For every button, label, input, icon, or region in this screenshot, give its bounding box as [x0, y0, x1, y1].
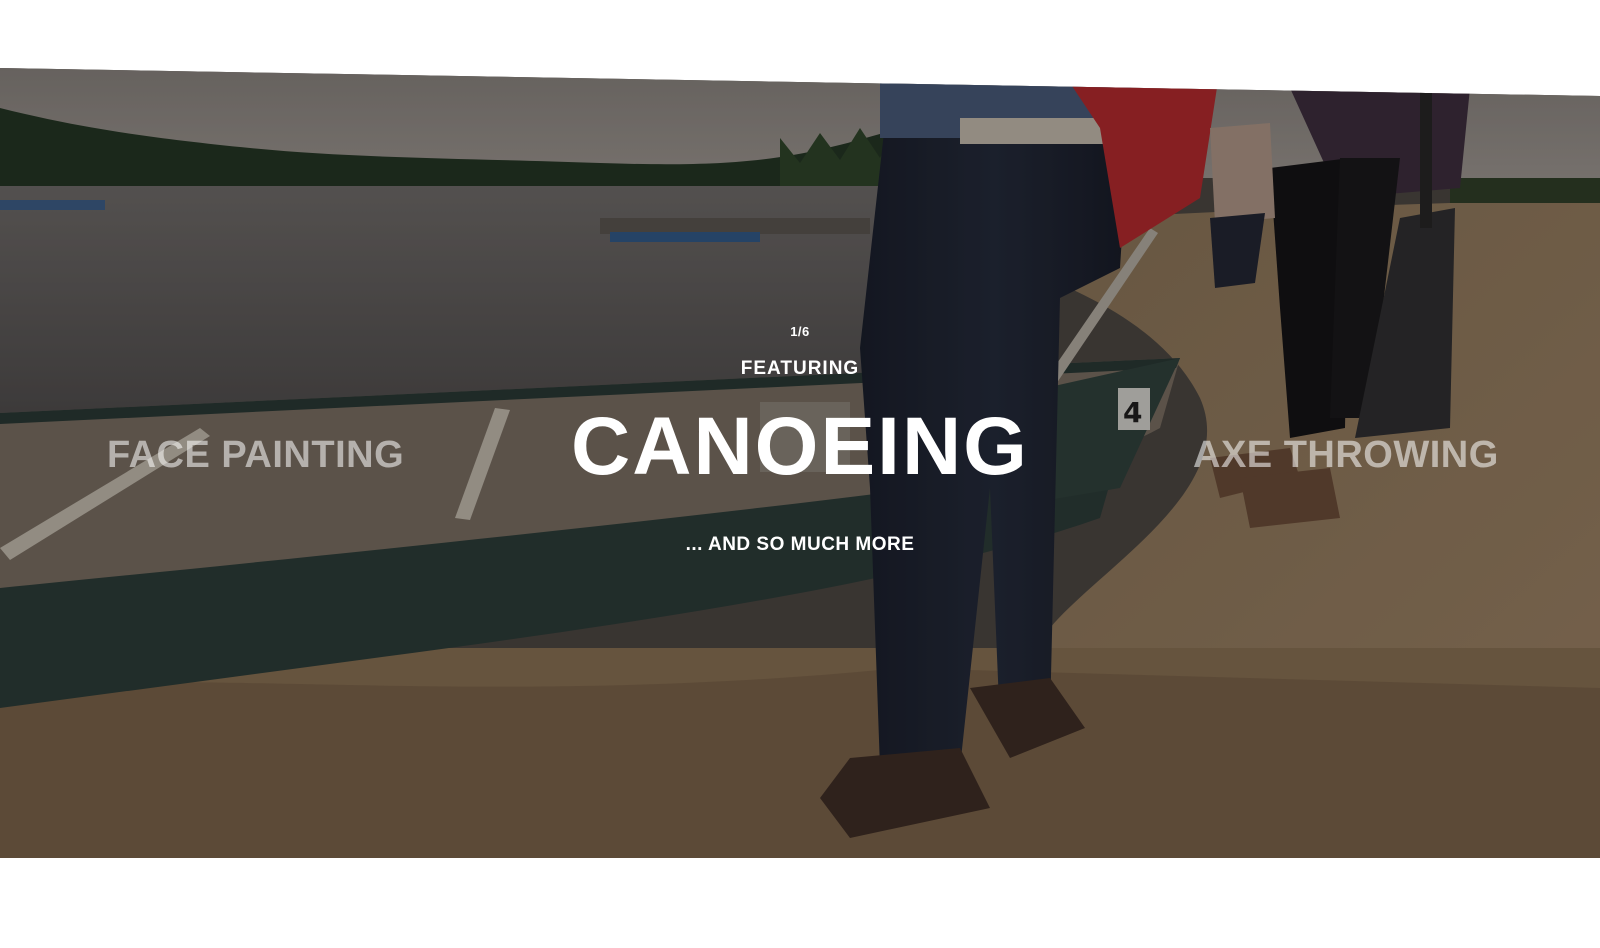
- and-so-much-more-label: ... AND SO MUCH MORE: [685, 534, 915, 555]
- slide-caption: 1/6 FEATURING FACE PAINTING CANOEING AXE…: [0, 68, 1600, 858]
- page: 4 1/6 FEATURING FACE PAINTING CANOEING A…: [0, 0, 1600, 948]
- slide-counter: 1/6: [790, 324, 810, 339]
- hero-slider[interactable]: 4 1/6 FEATURING FACE PAINTING CANOEING A…: [0, 68, 1600, 858]
- next-slide-title[interactable]: AXE THROWING: [1193, 436, 1499, 474]
- featuring-label: FEATURING: [740, 358, 860, 379]
